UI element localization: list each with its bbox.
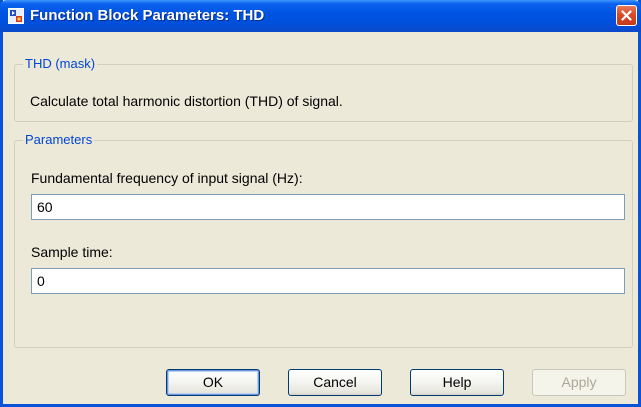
mask-description: Calculate total harmonic distortion (THD… (30, 93, 343, 109)
sample-time-input[interactable]: 0 (31, 268, 625, 294)
apply-button: Apply (532, 369, 626, 396)
simulink-block-icon (8, 8, 24, 24)
frequency-label: Fundamental frequency of input signal (H… (31, 170, 303, 186)
close-button[interactable] (616, 5, 637, 26)
close-icon (621, 10, 632, 21)
frequency-input[interactable]: 60 (31, 194, 625, 220)
parameters-group: Parameters Fundamental frequency of inpu… (14, 132, 633, 348)
mask-legend: THD (mask) (23, 56, 98, 72)
mask-group: THD (mask) Calculate total harmonic dist… (14, 56, 633, 122)
parameters-legend: Parameters (23, 132, 95, 148)
dialog-window: Function Block Parameters: THD THD (mask… (0, 0, 641, 407)
help-button[interactable]: Help (410, 369, 504, 396)
cancel-button[interactable]: Cancel (288, 369, 382, 396)
sample-time-label: Sample time: (31, 244, 113, 260)
ok-button[interactable]: OK (166, 369, 260, 396)
window-title: Function Block Parameters: THD (30, 7, 265, 24)
title-bar[interactable]: Function Block Parameters: THD (0, 0, 641, 32)
